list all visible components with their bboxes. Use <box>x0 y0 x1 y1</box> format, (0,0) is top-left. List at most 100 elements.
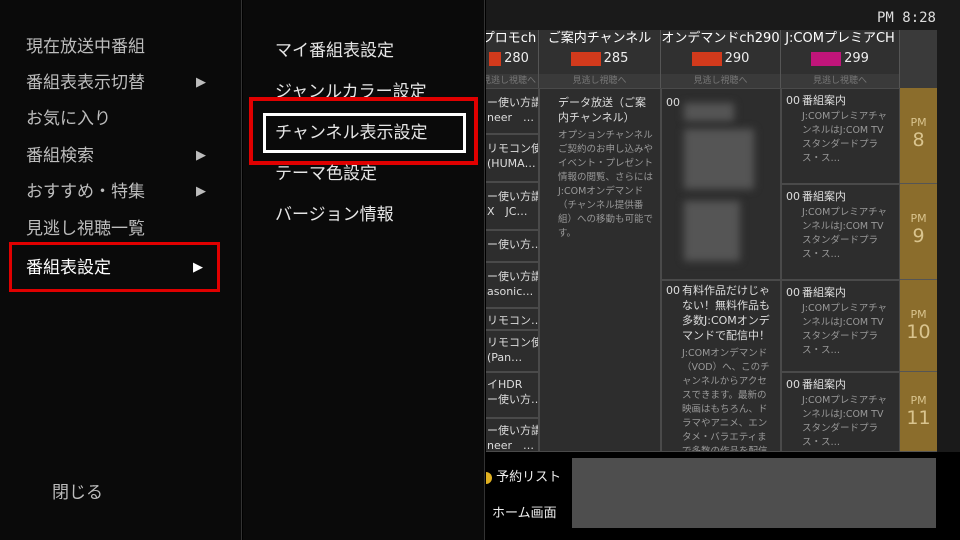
program-title: 番組案内 <box>802 94 846 107</box>
program-cell[interactable]: データ放送（ご案内チャンネル） オプションチャンネルご契約のお申し込みやイベント… <box>539 88 661 452</box>
chevron-right-icon: ▶ <box>196 148 206 163</box>
program-description: J:COMプレミアチャンネルはJ:COM TV スタンダードプラス・ス… <box>802 207 888 260</box>
time-hour: 10 <box>906 321 931 343</box>
chevron-right-icon: ▶ <box>196 75 206 90</box>
program-cell[interactable]: ー使い方講 X JC… <box>486 182 539 230</box>
program-cell[interactable]: 00 <box>661 88 781 280</box>
channel-name: オンデマンドch290 <box>661 31 780 46</box>
program-cell[interactable]: 00 番組案内 J:COMプレミアチャンネルはJ:COM TV スタンダードプラ… <box>781 372 900 452</box>
time-hour: 11 <box>906 407 931 429</box>
menu-item-program-search[interactable]: 番組検索 ▶ <box>26 141 216 171</box>
menu-item-label: おすすめ・特集 <box>26 182 145 202</box>
program-minute: 00 <box>786 286 800 299</box>
home-screen-label: ホーム画面 <box>492 506 557 521</box>
channel-logo <box>691 51 722 66</box>
menu-item-label: 見逃し視聴一覧 <box>26 219 145 239</box>
program-cell[interactable]: 00 番組案内 J:COMプレミアチャンネルはJ:COM TV スタンダードプラ… <box>781 280 900 372</box>
catchup-strip[interactable]: 見逃し視聴へ <box>661 74 781 88</box>
menu-item-now-on-air[interactable]: 現在放送中番組 <box>26 32 216 62</box>
program-cell[interactable]: ー使い方講 neer … <box>486 88 539 134</box>
program-guide: PM 8:28 プロモch 280 ご案内チャンネル 285 オンデマンドch2… <box>486 0 960 540</box>
reservation-list-button[interactable]: 予約リスト <box>486 466 562 485</box>
program-minute: 00 <box>666 284 680 297</box>
time-header <box>900 30 937 88</box>
close-button[interactable]: 閉じる <box>52 478 103 503</box>
menu-item-label: 番組表設定 <box>26 258 111 278</box>
blurred-text <box>684 103 734 121</box>
program-minute: 00 <box>786 378 800 391</box>
program-description: J:COMプレミアチャンネルはJ:COM TV スタンダードプラス・ス… <box>802 303 888 356</box>
program-description: J:COMオンデマンド（VOD）へ、このチャンネルからアクセスできます。最新の映… <box>682 348 770 452</box>
catchup-strip[interactable]: 見逃し視聴へ <box>486 74 539 88</box>
blurred-text <box>684 129 754 189</box>
time-slot: PM 8 <box>900 88 937 184</box>
submenu-item-my-epg-settings[interactable]: マイ番組表設定 <box>275 36 394 66</box>
time-ampm: PM <box>910 308 927 321</box>
bottom-panel: 予約リスト ホーム画面 <box>486 452 960 540</box>
channel-number: 280 <box>504 51 529 66</box>
time-ampm: PM <box>910 394 927 407</box>
chevron-right-icon: ▶ <box>196 184 206 199</box>
program-description: オプションチャンネルご契約のお申し込みやイベント・プレゼント情報の閲覧、さらには… <box>558 130 654 239</box>
menu-item-favorites[interactable]: お気に入り <box>26 104 216 134</box>
time-slot: PM 9 <box>900 184 937 280</box>
chevron-right-icon: ▶ <box>193 260 203 275</box>
program-description: J:COMプレミアチャンネルはJ:COM TV スタンダードプラス・ス… <box>802 395 888 448</box>
program-cell[interactable]: イHDR ー使い方… <box>486 372 539 418</box>
epg-settings-submenu: マイ番組表設定 ジャンルカラー設定 チャンネル表示設定 テーマ色設定 バージョン… <box>243 0 485 540</box>
program-minute: 00 <box>666 96 680 109</box>
yellow-button-icon <box>486 471 492 484</box>
menu-item-recommended[interactable]: おすすめ・特集 ▶ <box>26 177 216 207</box>
channel-header[interactable]: プロモch 280 <box>486 30 539 74</box>
info-preview-panel <box>572 458 936 528</box>
menu-item-epg-settings[interactable]: 番組表設定 ▶ <box>9 242 220 292</box>
program-title: データ放送（ご案内チャンネル） <box>558 96 646 124</box>
menu-item-label: 番組表表示切替 <box>26 73 145 93</box>
program-title: 番組案内 <box>802 190 846 203</box>
channel-name: プロモch <box>486 31 537 46</box>
program-description: J:COMプレミアチャンネルはJ:COM TV スタンダードプラス・ス… <box>802 111 888 164</box>
menu-item-epg-display-switch[interactable]: 番組表表示切替 ▶ <box>26 68 216 98</box>
channel-name: ご案内チャンネル <box>547 31 652 46</box>
catchup-strip[interactable]: 見逃し視聴へ <box>781 74 900 88</box>
channel-header[interactable]: オンデマンドch290 290 <box>661 30 781 74</box>
program-minute: 00 <box>786 94 800 107</box>
program-title: 有料作品だけじゃない！無料作品も多数J:COMオンデマンドで配信中！ <box>682 284 770 342</box>
program-title: 番組案内 <box>802 286 846 299</box>
main-menu-panel: 現在放送中番組 番組表表示切替 ▶ お気に入り 番組検索 ▶ おすすめ・特集 ▶… <box>0 0 242 540</box>
program-minute: 00 <box>786 190 800 203</box>
reservation-list-label: 予約リスト <box>496 470 562 485</box>
channel-number: 285 <box>603 51 629 66</box>
menu-item-label: 番組検索 <box>26 146 94 166</box>
channel-header[interactable]: J:COMプレミアCH 299 <box>781 30 900 74</box>
channel-header[interactable]: ご案内チャンネル 285 <box>539 30 661 74</box>
home-screen-button[interactable]: ホーム画面 <box>492 502 557 521</box>
program-cell[interactable]: 00 有料作品だけじゃない！無料作品も多数J:COMオンデマンドで配信中！ J:… <box>661 280 781 452</box>
channel-logo <box>489 51 502 66</box>
blurred-text <box>684 201 740 261</box>
program-cell[interactable]: ー使い方講 neer … <box>486 418 539 452</box>
catchup-strip[interactable]: 見逃し視聴へ <box>539 74 661 88</box>
time-slot: PM 11 <box>900 372 937 452</box>
submenu-item-channel-display-settings[interactable]: チャンネル表示設定 <box>275 118 428 148</box>
program-cell[interactable]: 00 番組案内 J:COMプレミアチャンネルはJ:COM TV スタンダードプラ… <box>781 88 900 184</box>
program-title: 番組案内 <box>802 378 846 391</box>
channel-name: J:COMプレミアCH <box>785 31 895 46</box>
submenu-item-version-info[interactable]: バージョン情報 <box>275 200 394 230</box>
menu-item-catchup-list[interactable]: 見逃し視聴一覧 <box>26 214 216 244</box>
time-hour: 8 <box>912 129 925 151</box>
program-cell[interactable]: ー使い方講 asonic… <box>486 262 539 308</box>
submenu-item-theme-color-settings[interactable]: テーマ色設定 <box>275 159 377 189</box>
program-cell[interactable]: リモコン使 (HUMA… <box>486 134 539 182</box>
program-cell[interactable]: リモコン使 (Pan… <box>486 330 539 372</box>
channel-logo <box>811 51 842 66</box>
clock: PM 8:28 <box>876 10 936 26</box>
channel-logo <box>570 51 601 66</box>
program-cell[interactable]: ー使い方… <box>486 230 539 262</box>
channel-number: 290 <box>724 51 750 66</box>
time-hour: 9 <box>912 225 925 247</box>
time-ampm: PM <box>910 116 927 129</box>
program-cell[interactable]: リモコン… <box>486 308 539 330</box>
program-cell[interactable]: 00 番組案内 J:COMプレミアチャンネルはJ:COM TV スタンダードプラ… <box>781 184 900 280</box>
menu-item-label: 現在放送中番組 <box>26 37 145 57</box>
